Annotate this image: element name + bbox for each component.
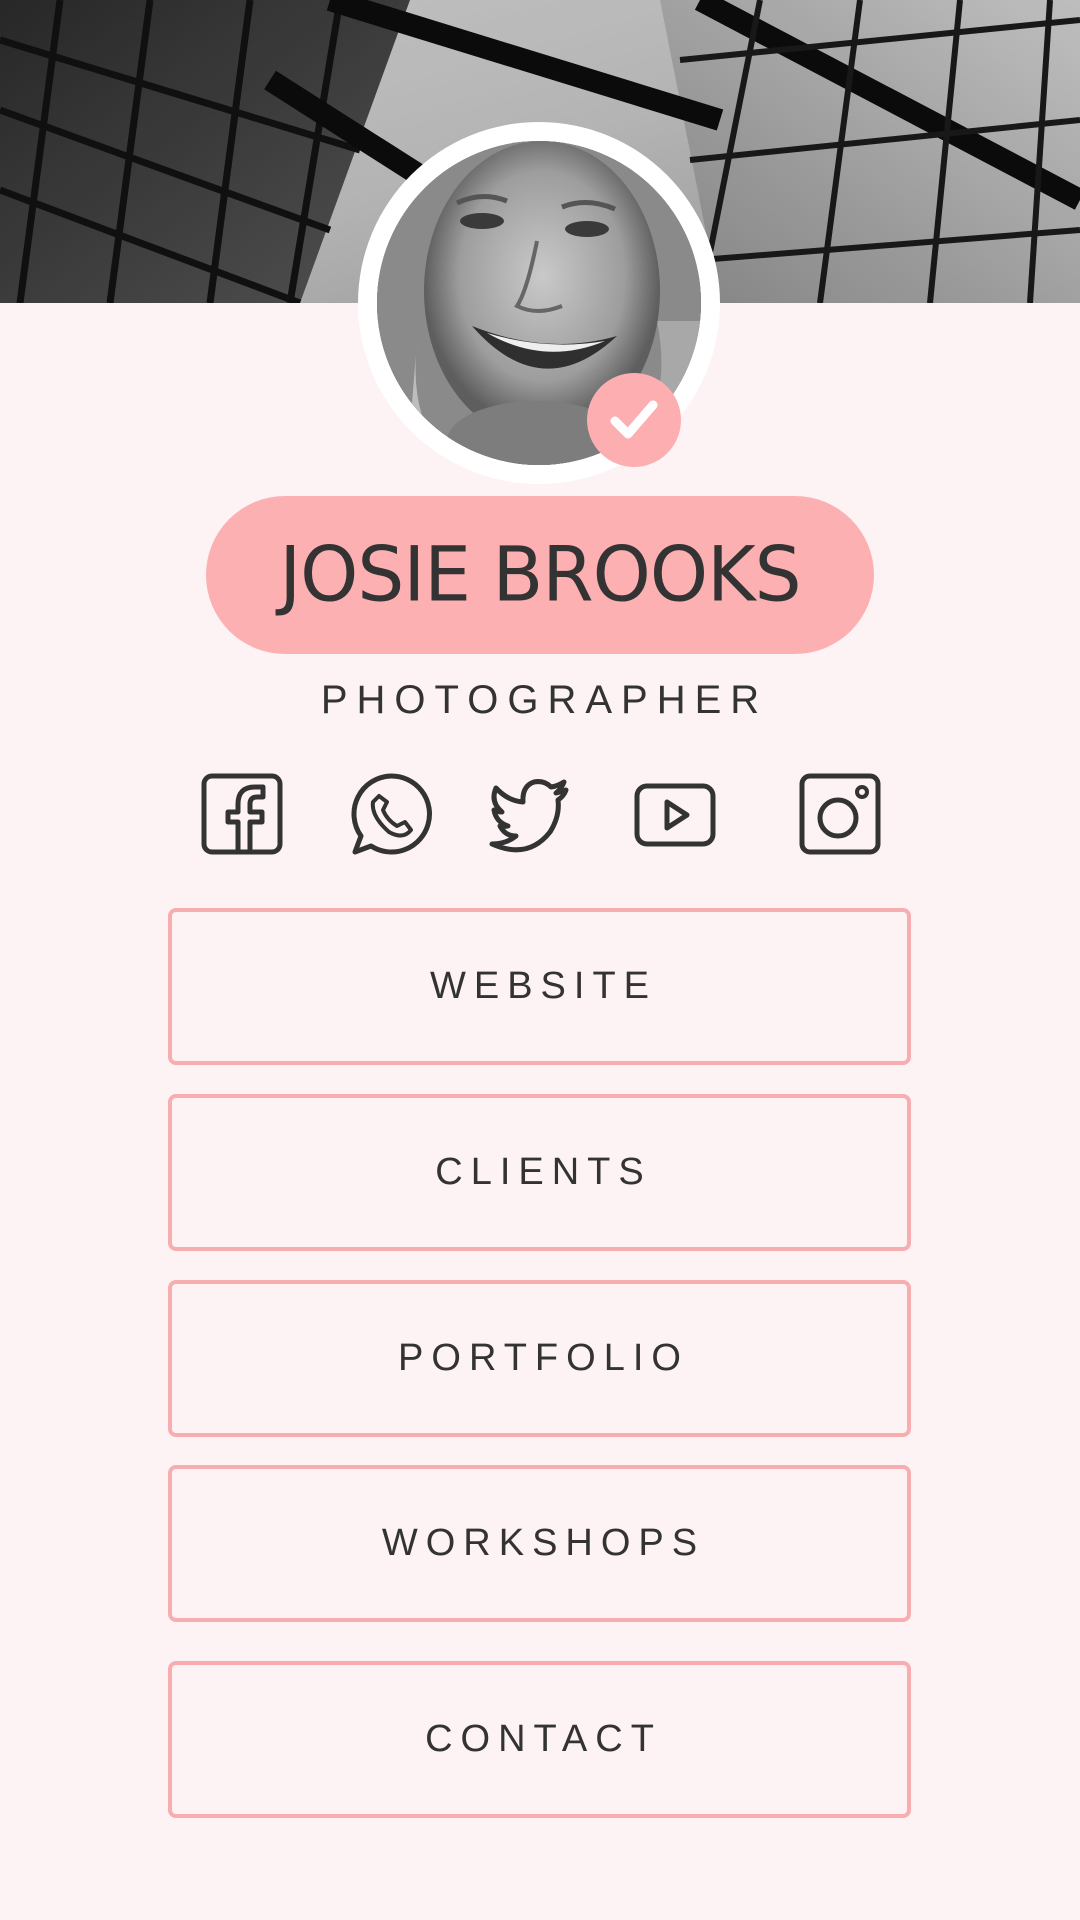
workshops-button[interactable]: WORKSHOPS	[168, 1465, 911, 1622]
clients-button-label: CLIENTS	[435, 1151, 652, 1193]
contact-button-label: CONTACT	[425, 1718, 662, 1760]
instagram-icon[interactable]	[798, 772, 882, 856]
name-badge: JOSIE BROOKS	[206, 496, 874, 654]
clients-button[interactable]: CLIENTS	[168, 1094, 911, 1251]
workshops-button-label: WORKSHOPS	[381, 1522, 706, 1564]
checkmark-icon	[610, 400, 658, 439]
social-links-row	[0, 772, 1080, 856]
verified-badge	[587, 373, 681, 467]
website-button[interactable]: WEBSITE	[168, 908, 911, 1065]
link-in-bio-page: JOSIE BROOKS PHOTOGRAPHER WEBSITE CLIENT…	[0, 0, 1080, 1920]
website-button-label: WEBSITE	[429, 965, 658, 1007]
profile-title: PHOTOGRAPHER	[320, 678, 769, 722]
facebook-icon[interactable]	[200, 772, 284, 856]
portfolio-button[interactable]: PORTFOLIO	[168, 1280, 911, 1437]
portfolio-button-label: PORTFOLIO	[398, 1337, 689, 1379]
whatsapp-icon[interactable]	[349, 772, 433, 856]
contact-button[interactable]: CONTACT	[168, 1661, 911, 1818]
youtube-icon[interactable]	[633, 772, 717, 856]
twitter-icon[interactable]	[488, 772, 572, 856]
profile-name: JOSIE BROOKS	[279, 531, 801, 619]
